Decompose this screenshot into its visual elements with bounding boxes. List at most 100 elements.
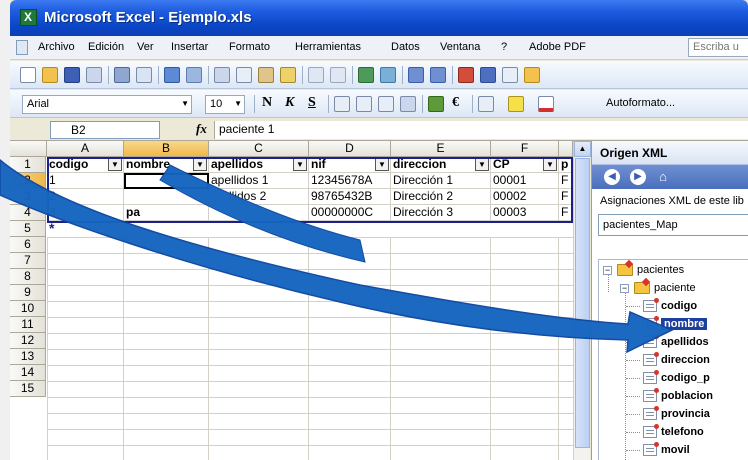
cell-c3[interactable]: llidos 2 xyxy=(209,189,309,205)
row-header[interactable]: 3 xyxy=(10,189,46,205)
back-icon[interactable]: ◀ xyxy=(604,169,620,185)
spelling-icon[interactable] xyxy=(164,67,180,83)
autofilter-dropdown-icon[interactable]: ▼ xyxy=(375,158,389,171)
cell-e4[interactable]: Dirección 3 xyxy=(391,205,491,221)
row-header[interactable]: 4 xyxy=(10,205,46,221)
autosum-icon[interactable] xyxy=(380,67,396,83)
tree-field-codigo[interactable]: codigo xyxy=(643,298,697,316)
row-header[interactable]: 14 xyxy=(10,365,46,381)
autofilter-dropdown-icon[interactable]: ▼ xyxy=(193,158,207,171)
tree-field-direccion[interactable]: direccion xyxy=(643,352,710,370)
list-header-apellidos[interactable]: apellidos ▼ xyxy=(209,157,309,173)
formula-input[interactable]: paciente 1 xyxy=(214,121,748,139)
menu-adobe-pdf[interactable]: Adobe PDF xyxy=(529,41,586,53)
row-header[interactable]: 13 xyxy=(10,349,46,365)
autofilter-dropdown-icon[interactable]: ▼ xyxy=(293,158,307,171)
align-right-icon[interactable] xyxy=(378,96,394,112)
cell-a3[interactable]: 2 xyxy=(47,189,124,205)
undo-icon[interactable] xyxy=(308,67,324,83)
align-center-icon[interactable] xyxy=(356,96,372,112)
menu-archivo[interactable]: Archivo xyxy=(38,41,75,53)
currency-icon[interactable] xyxy=(428,96,444,112)
list-header-nif[interactable]: nif ▼ xyxy=(309,157,391,173)
copy-icon[interactable] xyxy=(236,67,252,83)
collapse-icon[interactable]: − xyxy=(603,266,612,275)
cell-d2[interactable]: 12345678A xyxy=(309,173,391,189)
autofilter-dropdown-icon[interactable]: ▼ xyxy=(543,158,557,171)
empty-grid-area[interactable] xyxy=(47,237,573,460)
row-header[interactable]: 11 xyxy=(10,317,46,333)
underline-button[interactable]: S xyxy=(308,95,316,111)
insert-function-button[interactable]: fx xyxy=(196,121,207,137)
cell-b2-active[interactable] xyxy=(124,173,209,189)
menu-ver[interactable]: Ver xyxy=(137,41,154,53)
font-size-select[interactable]: 10 ▼ xyxy=(205,95,245,114)
tree-node-pacientes[interactable]: − pacientes xyxy=(603,262,684,280)
row-header[interactable]: 5 xyxy=(10,221,46,237)
sort-descending-icon[interactable] xyxy=(430,67,446,83)
column-header-c[interactable]: C xyxy=(209,141,309,157)
font-name-select[interactable]: Arial ▼ xyxy=(22,95,192,114)
cell-e2[interactable]: Dirección 1 xyxy=(391,173,491,189)
menu-bar-icon[interactable] xyxy=(16,40,28,55)
cell-e3[interactable]: Dirección 2 xyxy=(391,189,491,205)
save-icon[interactable] xyxy=(64,67,80,83)
menu-datos[interactable]: Datos xyxy=(391,41,420,53)
menu-edicion[interactable]: Edición xyxy=(88,41,124,53)
row-header[interactable]: 9 xyxy=(10,285,46,301)
print-icon[interactable] xyxy=(114,67,130,83)
paste-icon[interactable] xyxy=(258,67,274,83)
row-header[interactable]: 6 xyxy=(10,237,46,253)
cell-g3[interactable]: F xyxy=(559,189,573,205)
autofilter-dropdown-icon[interactable]: ▼ xyxy=(108,158,122,171)
chart-wizard-icon[interactable] xyxy=(458,67,474,83)
tree-field-provincia[interactable]: provincia xyxy=(643,406,710,424)
list-header-codigo[interactable]: codigo ▼ xyxy=(47,157,124,173)
list-header-cp[interactable]: CP ▼ xyxy=(491,157,559,173)
column-header-g[interactable] xyxy=(559,141,573,157)
align-left-icon[interactable] xyxy=(334,96,350,112)
tree-field-movil[interactable]: movil xyxy=(643,442,690,460)
row-header[interactable]: 7 xyxy=(10,253,46,269)
cut-icon[interactable] xyxy=(214,67,230,83)
zoom-icon[interactable] xyxy=(502,67,518,83)
help-search-input[interactable]: Escriba u xyxy=(688,38,748,57)
italic-button[interactable]: K xyxy=(285,95,294,111)
redo-icon[interactable] xyxy=(330,67,346,83)
cell-g4[interactable]: F xyxy=(559,205,573,221)
font-color-icon[interactable] xyxy=(538,96,554,112)
name-box[interactable]: B2 xyxy=(50,121,160,139)
research-icon[interactable] xyxy=(186,67,202,83)
column-header-f[interactable]: F xyxy=(491,141,559,157)
tree-field-poblacion[interactable]: poblacion xyxy=(643,388,713,406)
list-header-nombre[interactable]: nombre ▼ xyxy=(124,157,209,173)
cell-d3[interactable]: 98765432B xyxy=(309,189,391,205)
tree-field-telefono[interactable]: telefono xyxy=(643,424,704,442)
list-header-direccion[interactable]: direccion ▼ xyxy=(391,157,491,173)
autofilter-dropdown-icon[interactable]: ▼ xyxy=(475,158,489,171)
cell-a2[interactable]: 1 xyxy=(47,173,124,189)
new-icon[interactable] xyxy=(20,67,36,83)
cell-f2[interactable]: 00001 xyxy=(491,173,559,189)
open-icon[interactable] xyxy=(42,67,58,83)
tree-field-apellidos[interactable]: apellidos xyxy=(643,334,709,352)
row-header[interactable]: 12 xyxy=(10,333,46,349)
column-header-a[interactable]: A xyxy=(47,141,124,157)
print-preview-icon[interactable] xyxy=(136,67,152,83)
select-all-corner[interactable] xyxy=(10,141,47,157)
permission-icon[interactable] xyxy=(86,67,102,83)
chevron-down-icon[interactable]: ▼ xyxy=(234,99,242,108)
scroll-up-icon[interactable]: ▲ xyxy=(574,141,591,157)
cell-b4[interactable]: pa xyxy=(124,205,209,221)
cell-c2[interactable]: apellidos 1 xyxy=(209,173,309,189)
row-header[interactable]: 15 xyxy=(10,381,46,397)
format-painter-icon[interactable] xyxy=(280,67,296,83)
column-header-b[interactable]: B xyxy=(124,141,209,157)
forward-icon[interactable]: ▶ xyxy=(630,169,646,185)
cell-c4[interactable] xyxy=(209,205,309,221)
sort-ascending-icon[interactable] xyxy=(408,67,424,83)
column-header-d[interactable]: D xyxy=(309,141,391,157)
bold-button[interactable]: N xyxy=(262,95,272,111)
menu-help[interactable]: ? xyxy=(501,41,507,53)
tree-node-paciente[interactable]: − paciente xyxy=(620,280,696,298)
